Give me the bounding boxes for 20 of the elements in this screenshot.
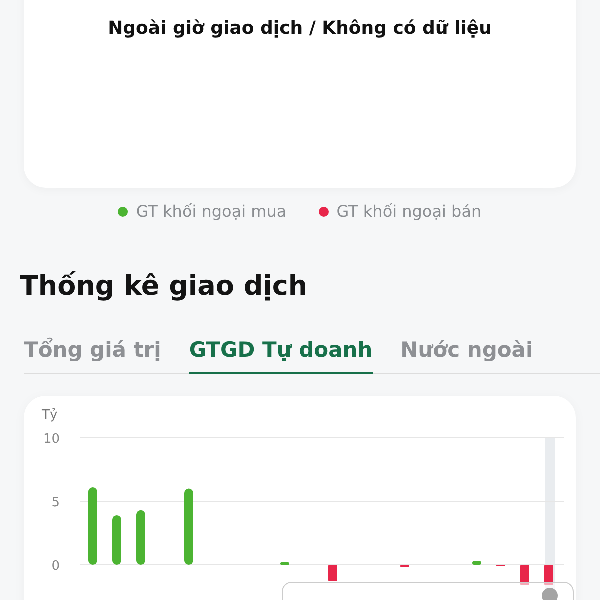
bar	[520, 565, 530, 586]
y-tick-label: 5	[52, 496, 60, 510]
y-axis-label: Tỷ	[42, 408, 58, 423]
legend-label: GT khối ngoại bán	[336, 202, 482, 221]
bar	[472, 561, 482, 565]
bar	[280, 562, 290, 565]
y-tick-label: 10	[43, 432, 60, 447]
legend-label: GT khối ngoại mua	[136, 202, 287, 221]
section-title: Thống kê giao dịch	[20, 271, 309, 302]
selected-point-marker	[542, 588, 558, 600]
y-tick-label: 0	[52, 559, 60, 574]
bar	[400, 565, 410, 568]
bar	[112, 515, 122, 565]
bar	[136, 510, 146, 565]
tab[interactable]: Nước ngoài	[400, 338, 534, 374]
no-data-message: Ngoài giờ giao dịch / Không có dữ liệu	[108, 18, 492, 41]
tab[interactable]: Tổng giá trị	[24, 338, 162, 374]
bar	[544, 565, 554, 586]
tab[interactable]: GTGD Tự doanh	[189, 338, 373, 374]
bar	[328, 565, 338, 582]
